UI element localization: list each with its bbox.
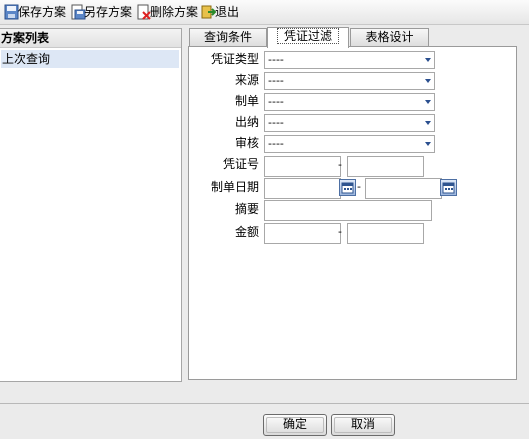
toolbar: 保存方案 另存方案 删除方案 退出 — [0, 0, 529, 25]
calendar-icon[interactable] — [440, 179, 457, 196]
maker-select[interactable]: ---- — [264, 93, 435, 111]
dropdown-arrow-icon — [425, 79, 431, 83]
ok-button[interactable]: 确定 — [263, 414, 327, 436]
make-date-from-input[interactable] — [264, 178, 341, 199]
voucher-no-from-input[interactable] — [264, 156, 341, 177]
summary-input[interactable] — [264, 200, 432, 221]
dropdown-arrow-icon — [425, 121, 431, 125]
tab-voucher-filter[interactable]: 凭证过滤 — [267, 27, 349, 48]
voucher-filter-form: 凭证类型 ---- 来源 ---- 制单 ---- 出纳 ---- 审核 ---… — [188, 46, 517, 380]
tab-query-conditions[interactable]: 查询条件 — [189, 28, 267, 47]
calendar-icon[interactable] — [339, 179, 356, 196]
scheme-list-header: 方案列表 — [0, 29, 181, 48]
delete-scheme-label: 删除方案 — [150, 5, 199, 19]
summary-label: 摘要 — [234, 202, 259, 216]
range-separator: - — [338, 158, 342, 171]
voucher-type-select[interactable]: ---- — [264, 51, 435, 69]
tab-bar: 查询条件 凭证过滤 表格设计 — [188, 27, 517, 48]
dropdown-arrow-icon — [425, 58, 431, 62]
voucher-type-value: ---- — [268, 53, 284, 66]
cancel-button-label: 取消 — [350, 417, 375, 431]
source-label: 来源 — [234, 73, 259, 87]
amount-label: 金额 — [234, 225, 259, 239]
make-date-to-input[interactable] — [365, 178, 442, 199]
auditor-label: 审核 — [234, 136, 259, 150]
dropdown-arrow-icon — [425, 100, 431, 104]
range-separator: - — [338, 225, 342, 238]
make-date-label: 制单日期 — [210, 180, 259, 194]
query-panel: 查询条件 凭证过滤 表格设计 凭证类型 ---- 来源 ---- 制单 ----… — [188, 27, 517, 380]
auditor-value: ---- — [268, 137, 284, 150]
cashier-label: 出纳 — [234, 115, 259, 129]
voucher-type-label: 凭证类型 — [210, 52, 259, 66]
tab-label: 表格设计 — [365, 30, 414, 44]
tab-table-design[interactable]: 表格设计 — [350, 28, 429, 47]
divider — [0, 403, 529, 404]
cashier-value: ---- — [268, 116, 284, 129]
tab-label: 查询条件 — [203, 30, 252, 44]
source-value: ---- — [268, 74, 284, 87]
save-as-scheme-label: 另存方案 — [84, 5, 133, 19]
cancel-button[interactable]: 取消 — [331, 414, 395, 436]
tab-label: 凭证过滤 — [276, 28, 339, 44]
source-select[interactable]: ---- — [264, 72, 435, 90]
maker-value: ---- — [268, 95, 284, 108]
ok-button-label: 确定 — [282, 417, 307, 431]
range-separator: - — [357, 180, 361, 193]
exit-label: 退出 — [215, 5, 240, 19]
cashier-select[interactable]: ---- — [264, 114, 435, 132]
voucher-no-to-input[interactable] — [347, 156, 424, 177]
maker-label: 制单 — [234, 94, 259, 108]
amount-from-input[interactable] — [264, 223, 341, 244]
auditor-select[interactable]: ---- — [264, 135, 435, 153]
amount-to-input[interactable] — [347, 223, 424, 244]
dropdown-arrow-icon — [425, 142, 431, 146]
save-scheme-label: 保存方案 — [18, 5, 67, 19]
scheme-list-panel: 方案列表 上次查询 — [0, 28, 182, 382]
scheme-list-item[interactable]: 上次查询 — [1, 50, 179, 68]
voucher-no-label: 凭证号 — [222, 157, 259, 171]
